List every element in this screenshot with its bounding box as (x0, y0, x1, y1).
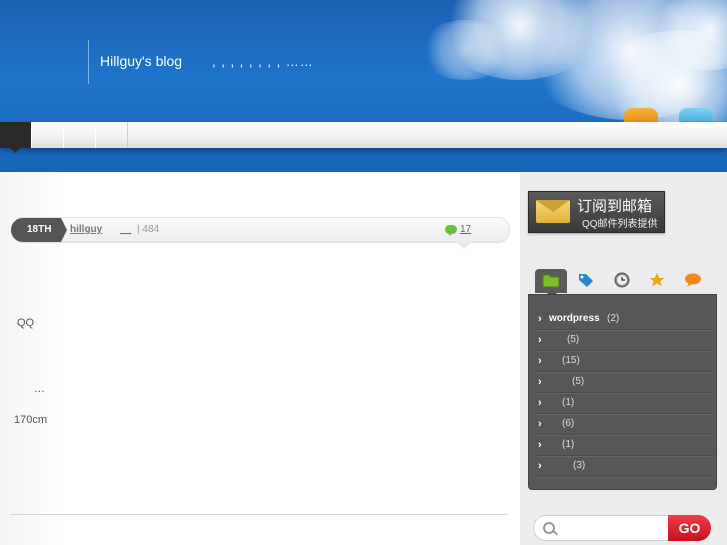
tab-comments[interactable] (677, 269, 709, 293)
folder-icon (542, 274, 560, 288)
clock-icon (614, 272, 630, 288)
subscribe-email-button[interactable]: 订阅到邮箱 QQ邮件列表提供 (528, 191, 665, 233)
search-go-button[interactable]: GO (668, 515, 711, 541)
category-item[interactable]: › (6) (535, 414, 713, 435)
post-body-line: 170cm (14, 414, 48, 426)
post-body-line: … (34, 383, 45, 395)
site-title[interactable]: Hillguy's blog (100, 53, 182, 69)
category-count: (5) (567, 334, 580, 345)
category-item[interactable]: › (3) (535, 456, 713, 477)
chevron-right-icon: › (538, 355, 542, 367)
nav-home-tab[interactable] (0, 122, 31, 153)
category-item[interactable]: › wordpress (2) (535, 309, 713, 330)
chevron-right-icon: › (538, 334, 542, 346)
post-view-count: | 484 (137, 224, 160, 235)
subscribe-title: 订阅到邮箱 (577, 198, 653, 215)
comment-icon[interactable] (445, 225, 457, 236)
speech-bubble-icon (685, 273, 701, 287)
tab-tags[interactable] (570, 269, 602, 293)
star-icon (649, 273, 665, 287)
chevron-right-icon: › (538, 418, 542, 430)
tag-icon (579, 274, 593, 287)
nav-tab-1[interactable] (31, 122, 64, 148)
post-date-badge: 18TH (11, 218, 67, 242)
main-nav (0, 122, 727, 153)
post-category-link[interactable]: __ (120, 224, 131, 235)
nav-tab-2[interactable] (63, 122, 96, 148)
category-count: (15) (562, 355, 580, 366)
category-count: (3) (573, 460, 586, 471)
category-count: (5) (572, 376, 585, 387)
chevron-right-icon: › (538, 439, 542, 451)
post-body-line: QQ (17, 317, 35, 329)
chevron-right-icon: › (538, 313, 542, 325)
chevron-right-icon: › (538, 376, 542, 388)
category-item[interactable]: › (5) (535, 330, 713, 351)
post-meta-pointer (456, 242, 472, 249)
category-count: (1) (562, 439, 575, 450)
subscribe-subtitle: QQ邮件列表提供 (582, 219, 658, 230)
category-item[interactable]: › (15) (535, 351, 713, 372)
category-item[interactable]: › (1) (535, 435, 713, 456)
chevron-right-icon: › (538, 397, 542, 409)
site-description: , , , , , , , , …… (212, 54, 314, 69)
post-author-link[interactable]: hillguy (70, 224, 102, 235)
envelope-icon (536, 200, 570, 223)
category-count: (2) (607, 313, 620, 324)
category-count: (6) (562, 418, 575, 429)
category-name: wordpress (549, 313, 600, 324)
post-comment-count[interactable]: 17 (460, 224, 471, 235)
category-item[interactable]: › (1) (535, 393, 713, 414)
category-count: (1) (562, 397, 575, 408)
search-icon (543, 522, 555, 534)
content-divider (10, 514, 508, 515)
header-divider (88, 40, 89, 84)
category-panel: › wordpress (2) › (5) › (15) › (5) › (1)… (528, 294, 717, 490)
chevron-right-icon: › (538, 460, 542, 472)
category-item[interactable]: › (5) (535, 372, 713, 393)
tab-recent[interactable] (606, 269, 638, 293)
nav-tab-3[interactable] (95, 122, 128, 148)
tab-popular[interactable] (641, 269, 673, 293)
